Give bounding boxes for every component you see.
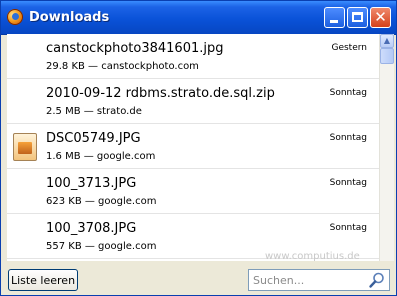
download-filename: 100_3708.JPG <box>46 221 137 236</box>
image-file-icon <box>13 133 37 161</box>
download-size-source: 1.6 MB — google.com <box>46 151 156 162</box>
download-filename: canstockphoto3841601.jpg <box>46 41 224 56</box>
download-item[interactable]: DSC05749.JPG 1.6 MB — google.com Sonntag <box>7 124 379 169</box>
download-date: Sonntag <box>329 133 367 143</box>
close-button[interactable]: ✕ <box>370 7 391 28</box>
firefox-icon <box>7 9 23 25</box>
downloads-list[interactable]: canstockphoto3841601.jpg 29.8 KB — canst… <box>7 34 379 261</box>
download-size-source: 29.8 KB — canstockphoto.com <box>46 61 199 72</box>
scroll-thumb[interactable] <box>380 48 394 64</box>
minimize-icon <box>330 20 338 23</box>
downloads-window: Downloads ✕ canstockphoto3841601.jpg 29.… <box>0 0 397 296</box>
search-icon[interactable] <box>368 271 386 289</box>
download-item[interactable]: 100_3713.JPG 623 KB — google.com Sonntag <box>7 169 379 214</box>
window-title: Downloads <box>29 10 110 25</box>
list-scrollbar[interactable]: ▲ <box>379 34 394 261</box>
title-bar[interactable]: Downloads ✕ <box>1 1 396 35</box>
download-date: Sonntag <box>329 88 367 98</box>
download-item[interactable]: 2010-09-12 rdbms.strato.de.sql.zip 2.5 M… <box>7 79 379 124</box>
scroll-up-arrow-icon[interactable]: ▲ <box>380 34 394 48</box>
download-filename: DSC05749.JPG <box>46 131 141 146</box>
download-size-source: 623 KB — google.com <box>46 196 157 207</box>
download-date: Sonntag <box>329 223 367 233</box>
close-icon: ✕ <box>374 8 387 26</box>
search-input[interactable] <box>253 272 365 288</box>
footer-bar: Liste leeren <box>1 261 396 295</box>
search-field[interactable] <box>248 269 390 291</box>
download-date: Gestern <box>331 43 367 53</box>
maximize-button[interactable] <box>347 7 368 28</box>
minimize-button[interactable] <box>324 7 345 28</box>
clear-list-button[interactable]: Liste leeren <box>8 269 78 291</box>
maximize-icon <box>352 12 363 22</box>
download-item[interactable]: canstockphoto3841601.jpg 29.8 KB — canst… <box>7 34 379 79</box>
download-date: Sonntag <box>329 178 367 188</box>
download-size-source: 557 KB — google.com <box>46 241 157 252</box>
download-size-source: 2.5 MB — strato.de <box>46 106 142 117</box>
download-filename: 100_3713.JPG <box>46 176 137 191</box>
download-filename: 2010-09-12 rdbms.strato.de.sql.zip <box>46 86 275 101</box>
